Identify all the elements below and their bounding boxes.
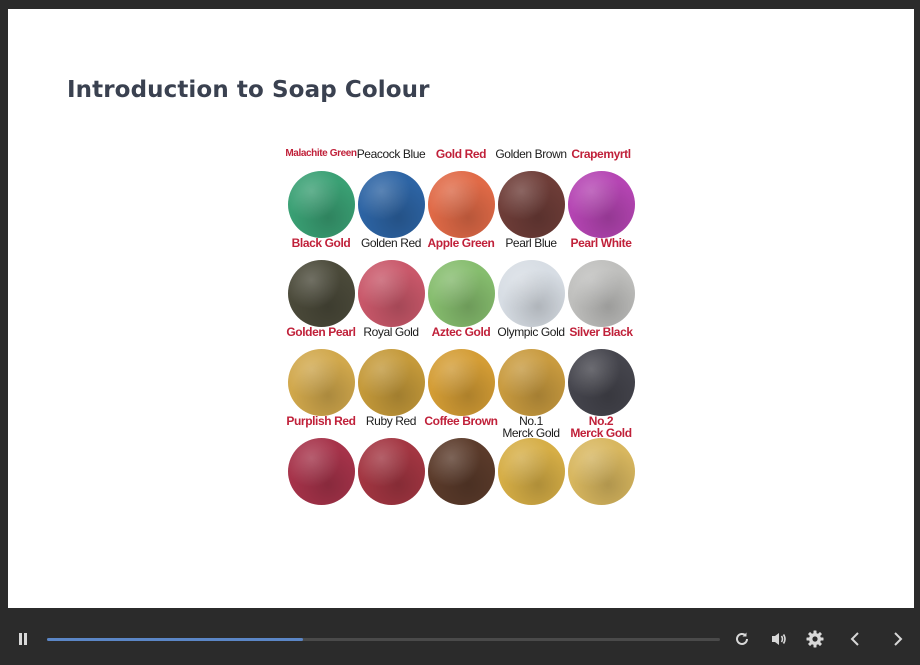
player-controls	[0, 615, 920, 665]
colour-swatch-item: Golden Red	[356, 235, 426, 327]
replay-icon	[736, 632, 748, 645]
slide-title: Introduction to Soap Colour	[67, 77, 430, 103]
colour-swatch-item: Purplish Red	[286, 413, 356, 505]
powder-swatch	[428, 349, 495, 416]
previous-slide-button[interactable]	[842, 626, 868, 652]
powder-swatch	[428, 438, 495, 505]
powder-swatch	[358, 171, 425, 238]
powder-swatch	[358, 349, 425, 416]
volume-icon	[772, 633, 786, 645]
powder-swatch	[568, 171, 635, 238]
replay-button[interactable]	[729, 626, 755, 652]
powder-swatch	[568, 438, 635, 505]
powder-swatch	[358, 260, 425, 327]
progress-bar[interactable]	[47, 638, 720, 641]
colour-swatch-item: Aztec Gold	[426, 324, 496, 416]
colour-swatch-item: Golden Brown	[495, 146, 567, 238]
pause-button[interactable]	[10, 626, 36, 652]
volume-button[interactable]	[766, 626, 792, 652]
colour-swatch-item: Apple Green	[426, 235, 496, 327]
colour-swatch-item: Peacock Blue	[356, 146, 426, 238]
colour-swatch-item: Royal Gold	[356, 324, 426, 416]
chevron-left-icon	[850, 632, 859, 646]
colour-swatch-item: Black Gold	[286, 235, 356, 327]
powder-swatch	[288, 349, 355, 416]
swatch-label: Crapemyrtl	[571, 147, 631, 161]
powder-swatch	[498, 260, 565, 327]
colour-swatch-item: Gold Red	[426, 146, 496, 238]
powder-swatch	[288, 260, 355, 327]
powder-swatch	[498, 171, 565, 238]
colour-swatch-item: Crapemyrtl	[566, 146, 636, 238]
chevron-right-icon	[894, 632, 903, 646]
colour-swatch-item: Ruby Red	[356, 413, 426, 505]
swatch-label: No.2 Merck Gold	[570, 414, 632, 440]
swatch-label: Pearl White	[570, 236, 632, 250]
powder-swatch	[428, 171, 495, 238]
settings-button[interactable]	[802, 626, 828, 652]
powder-swatch	[358, 438, 425, 505]
progress-fill	[47, 638, 303, 641]
powder-swatch	[288, 171, 355, 238]
powder-swatch	[568, 349, 635, 416]
colour-swatch-item: No.2 Merck Gold	[566, 413, 636, 505]
powder-swatch	[288, 438, 355, 505]
next-slide-button[interactable]	[885, 626, 911, 652]
colour-swatch-item: Pearl Blue	[496, 235, 566, 327]
soap-colour-chart: Malachite Green Peacock Blue Gold Red Golde…	[285, 146, 638, 505]
gear-icon	[806, 630, 824, 648]
swatch-label: Silver Black	[569, 325, 633, 339]
colour-swatch-item: Silver Black	[566, 324, 636, 416]
colour-swatch-item: Malachite Green	[285, 146, 357, 238]
powder-swatch	[498, 438, 565, 505]
slide-canvas: Introduction to Soap Colour Malachite Gr…	[8, 9, 914, 608]
powder-swatch	[568, 260, 635, 327]
powder-swatch	[428, 260, 495, 327]
colour-swatch-item: Olympic Gold	[496, 324, 566, 416]
pause-icon	[19, 633, 27, 645]
colour-swatch-item: Golden Pearl	[286, 324, 356, 416]
colour-swatch-item: Coffee Brown	[424, 413, 498, 505]
colour-swatch-item: No.1 Merck Gold	[496, 413, 566, 505]
colour-swatch-item: Pearl White	[566, 235, 636, 327]
powder-swatch	[498, 349, 565, 416]
